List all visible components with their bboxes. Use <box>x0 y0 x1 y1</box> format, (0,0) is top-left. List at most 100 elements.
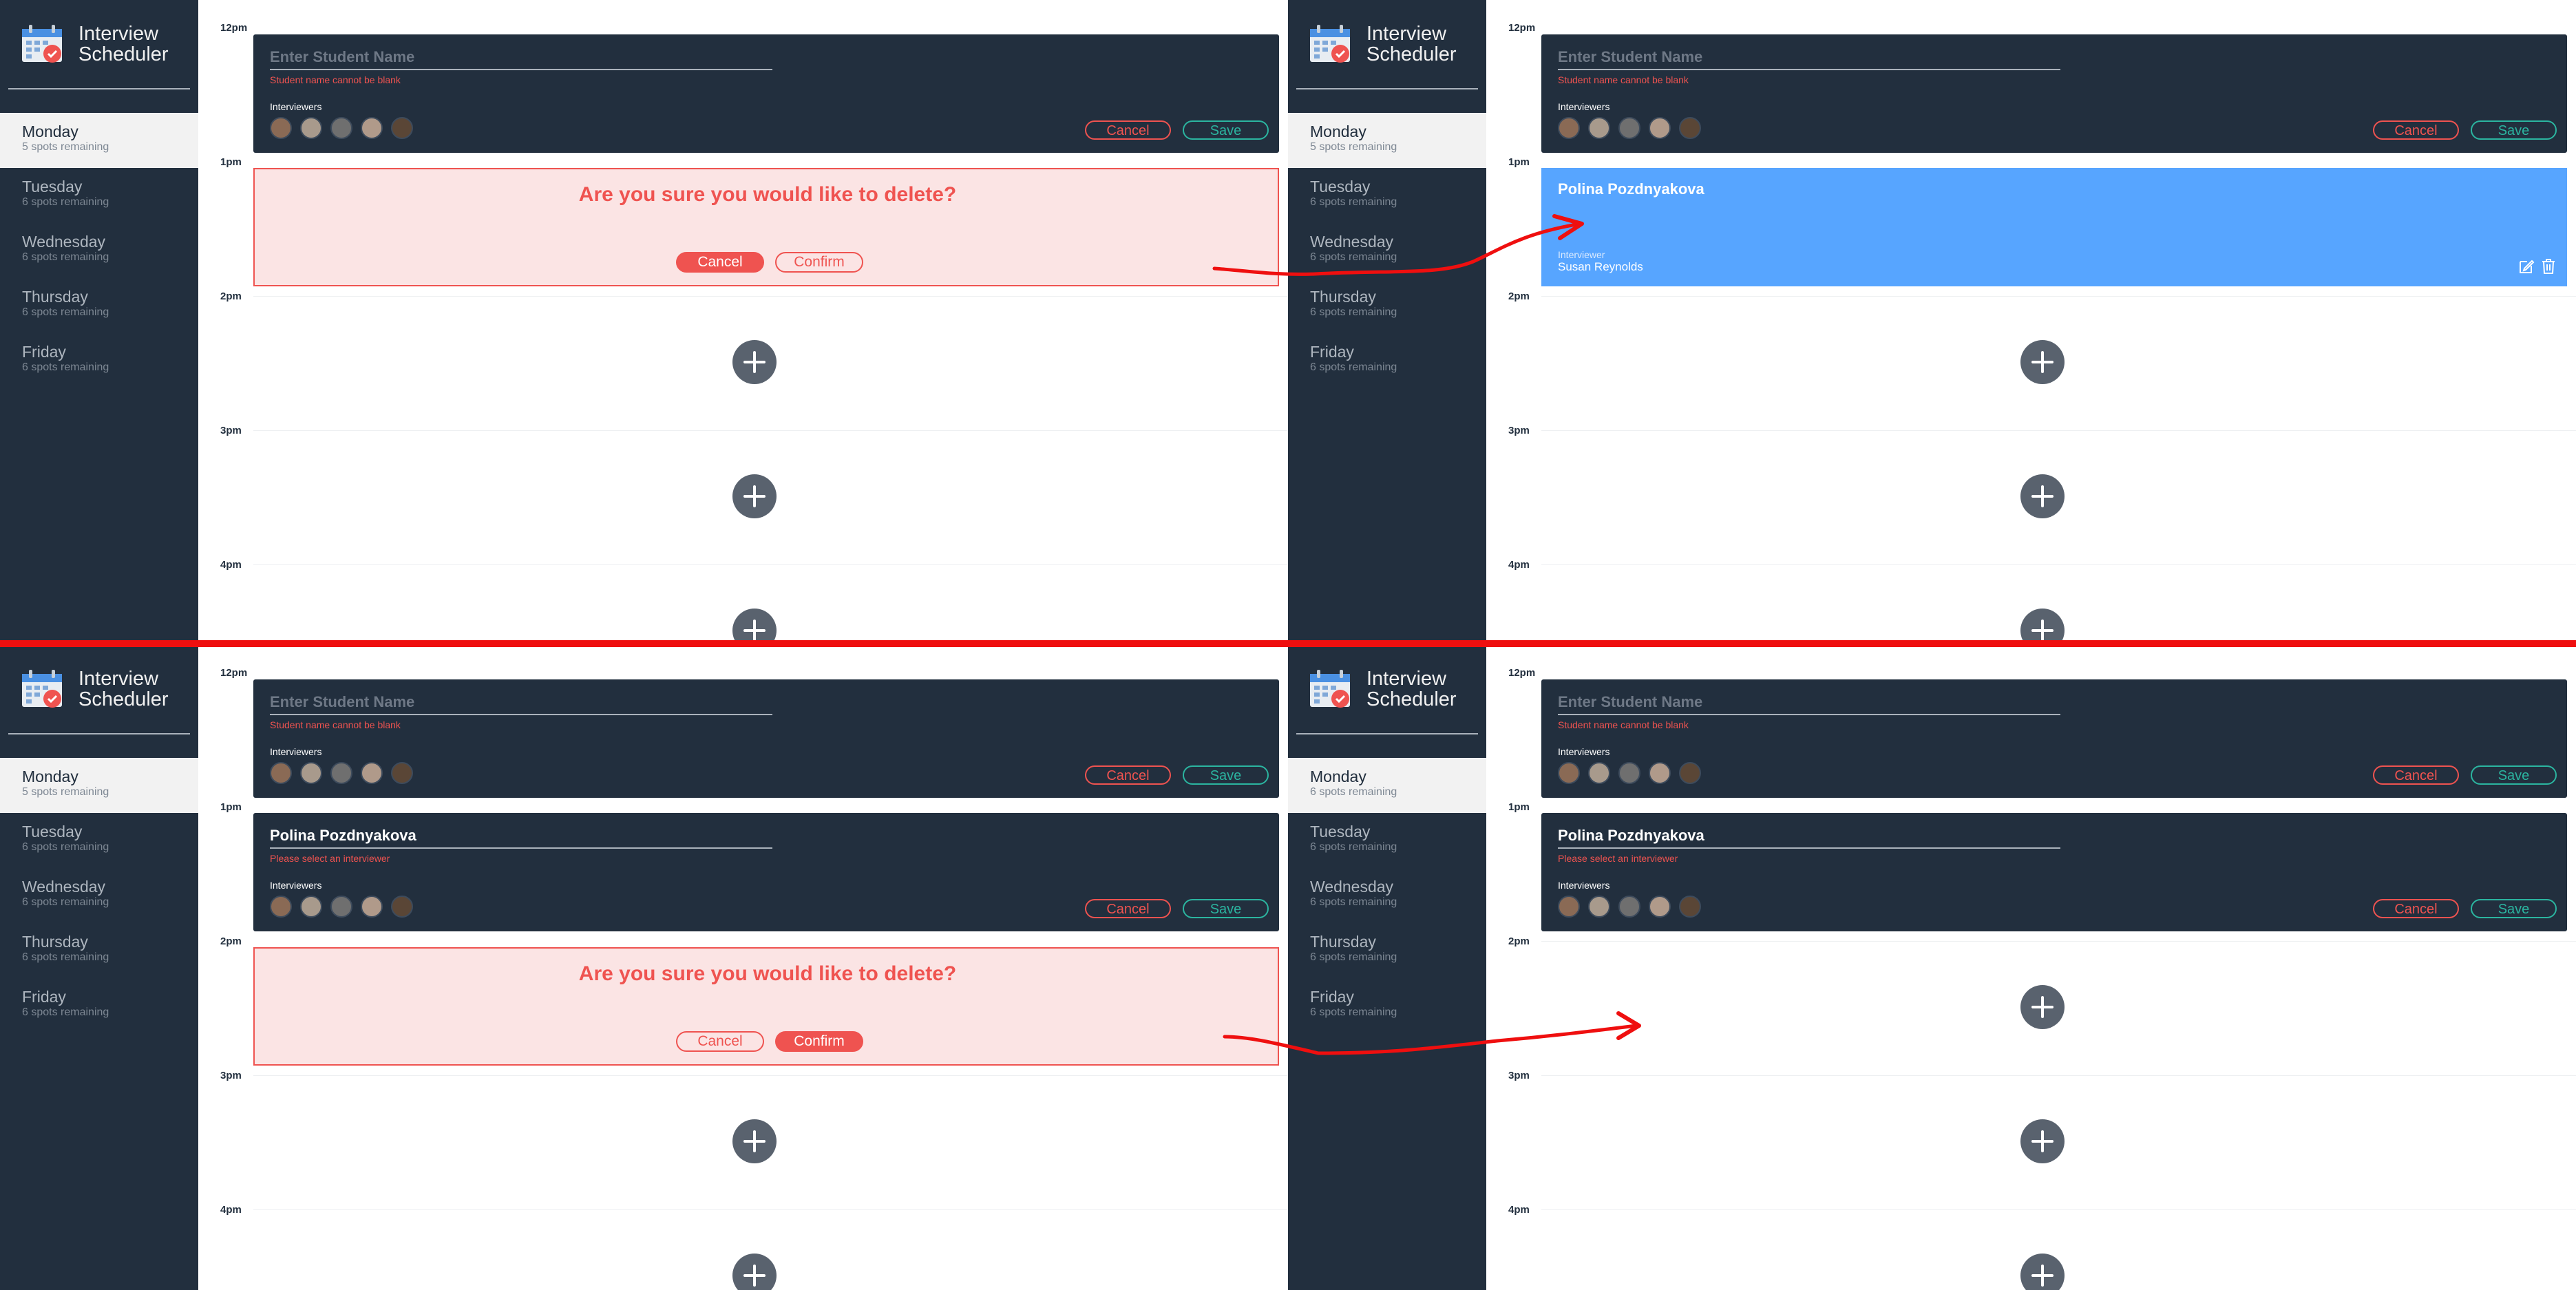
add-appointment-button[interactable] <box>732 1119 777 1163</box>
avatar[interactable] <box>300 117 322 139</box>
avatar[interactable] <box>270 762 292 784</box>
avatar[interactable] <box>1679 896 1701 918</box>
confirm-message: Are you sure you would like to delete? <box>578 183 957 206</box>
day-item-wednesday[interactable]: Wednesday 6 spots remaining <box>0 223 198 278</box>
confirm-button[interactable]: Confirm <box>775 1031 863 1052</box>
day-item-monday[interactable]: Monday 5 spots remaining <box>0 113 198 168</box>
avatar[interactable] <box>1649 762 1671 784</box>
day-item-tuesday[interactable]: Tuesday 6 spots remaining <box>1288 813 1486 868</box>
avatar[interactable] <box>1618 896 1640 918</box>
day-item-friday[interactable]: Friday 6 spots remaining <box>0 333 198 388</box>
cancel-button[interactable]: Cancel <box>2373 120 2459 140</box>
day-name: Monday <box>22 123 78 140</box>
avatar[interactable] <box>1618 762 1640 784</box>
day-item-monday[interactable]: Monday 5 spots remaining <box>0 758 198 813</box>
save-button[interactable]: Save <box>2471 765 2557 785</box>
day-name: Tuesday <box>22 178 83 195</box>
save-button[interactable]: Save <box>1183 120 1269 140</box>
avatar[interactable] <box>300 896 322 918</box>
trash-icon[interactable] <box>2540 257 2557 275</box>
add-appointment-button[interactable] <box>732 474 777 518</box>
schedule: 12pm 1pm 2pm 3pm 4pm Enter Student Name … <box>1486 0 2576 645</box>
cancel-button[interactable]: Cancel <box>2373 765 2459 785</box>
avatar[interactable] <box>1558 896 1580 918</box>
day-item-thursday[interactable]: Thursday 6 spots remaining <box>0 923 198 978</box>
avatar[interactable] <box>1649 896 1671 918</box>
cancel-button[interactable]: Cancel <box>2373 899 2459 918</box>
add-appointment-button[interactable] <box>2020 985 2065 1029</box>
day-item-tuesday[interactable]: Tuesday 6 spots remaining <box>0 168 198 223</box>
avatar[interactable] <box>1588 762 1610 784</box>
day-item-monday[interactable]: Monday 6 spots remaining <box>1288 758 1486 813</box>
add-appointment-button[interactable] <box>732 340 777 384</box>
day-item-friday[interactable]: Friday 6 spots remaining <box>0 978 198 1033</box>
day-item-tuesday[interactable]: Tuesday 6 spots remaining <box>0 813 198 868</box>
student-name-input[interactable]: Enter Student Name <box>1558 690 2060 715</box>
cancel-button[interactable]: Cancel <box>1085 899 1171 918</box>
time-label: 2pm <box>220 935 242 947</box>
day-item-wednesday[interactable]: Wednesday 6 spots remaining <box>1288 868 1486 923</box>
avatar[interactable] <box>1618 117 1640 139</box>
avatar[interactable] <box>300 762 322 784</box>
avatar[interactable] <box>330 762 352 784</box>
student-name-input[interactable]: Polina Pozdnyakova <box>1558 824 2060 849</box>
edit-icon[interactable] <box>2517 257 2535 275</box>
plus-icon <box>743 1265 766 1287</box>
avatar[interactable] <box>330 896 352 918</box>
save-button[interactable]: Save <box>2471 899 2557 918</box>
avatar[interactable] <box>270 896 292 918</box>
avatar[interactable] <box>361 896 383 918</box>
student-name-input[interactable]: Enter Student Name <box>270 690 772 715</box>
add-appointment-button[interactable] <box>2020 1254 2065 1290</box>
save-button[interactable]: Save <box>1183 765 1269 785</box>
hour-divider <box>1541 564 2576 565</box>
hour-divider <box>1541 1075 2576 1076</box>
avatar[interactable] <box>391 896 413 918</box>
confirm-cancel-button[interactable]: Cancel <box>676 1031 764 1052</box>
avatar[interactable] <box>330 117 352 139</box>
save-button[interactable]: Save <box>1183 899 1269 918</box>
avatar[interactable] <box>1588 896 1610 918</box>
add-appointment-button[interactable] <box>2020 340 2065 384</box>
avatar[interactable] <box>270 117 292 139</box>
day-item-friday[interactable]: Friday 6 spots remaining <box>1288 333 1486 388</box>
avatar[interactable] <box>391 117 413 139</box>
interviewers-label: Interviewers <box>1558 880 1610 891</box>
appointment-form: Enter Student Name Student name cannot b… <box>1541 34 2567 153</box>
appointment-form: Enter Student Name Student name cannot b… <box>253 34 1279 153</box>
add-appointment-button[interactable] <box>2020 474 2065 518</box>
brand-title-line2: Scheduler <box>1366 688 1457 710</box>
student-name-input[interactable]: Enter Student Name <box>270 45 772 70</box>
day-spots: 6 spots remaining <box>22 841 109 853</box>
avatar[interactable] <box>361 762 383 784</box>
confirm-cancel-button[interactable]: Cancel <box>676 252 764 273</box>
time-label: 12pm <box>220 22 248 34</box>
avatar[interactable] <box>391 762 413 784</box>
add-appointment-button[interactable] <box>2020 1119 2065 1163</box>
avatar[interactable] <box>361 117 383 139</box>
cancel-button[interactable]: Cancel <box>1085 120 1171 140</box>
hour-divider <box>1541 296 2576 297</box>
avatar[interactable] <box>1679 117 1701 139</box>
avatar[interactable] <box>1558 117 1580 139</box>
validation-error: Student name cannot be blank <box>1558 719 1689 730</box>
brand: Interview Scheduler <box>21 21 179 69</box>
time-label: 3pm <box>220 1070 242 1081</box>
day-name: Friday <box>1310 343 1354 361</box>
interviewers-label: Interviewers <box>270 880 322 891</box>
day-item-thursday[interactable]: Thursday 6 spots remaining <box>1288 923 1486 978</box>
day-item-thursday[interactable]: Thursday 6 spots remaining <box>0 278 198 333</box>
avatar[interactable] <box>1558 762 1580 784</box>
avatar[interactable] <box>1679 762 1701 784</box>
hour-divider <box>253 430 1288 431</box>
add-appointment-button[interactable] <box>732 1254 777 1290</box>
save-button[interactable]: Save <box>2471 120 2557 140</box>
avatar[interactable] <box>1649 117 1671 139</box>
cancel-button[interactable]: Cancel <box>1085 765 1171 785</box>
student-name-input[interactable]: Polina Pozdnyakova <box>270 824 772 849</box>
confirm-button[interactable]: Confirm <box>775 252 863 273</box>
student-name-input[interactable]: Enter Student Name <box>1558 45 2060 70</box>
day-item-monday[interactable]: Monday 5 spots remaining <box>1288 113 1486 168</box>
day-item-wednesday[interactable]: Wednesday 6 spots remaining <box>0 868 198 923</box>
avatar[interactable] <box>1588 117 1610 139</box>
